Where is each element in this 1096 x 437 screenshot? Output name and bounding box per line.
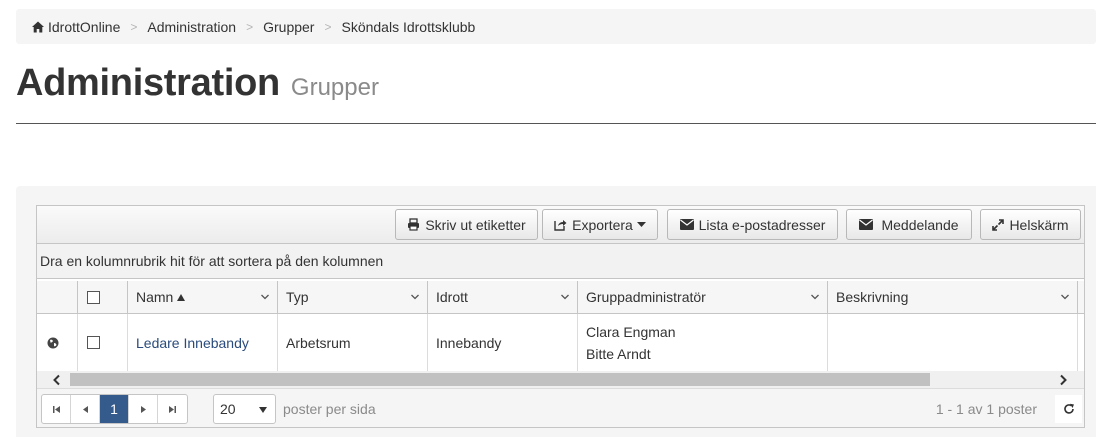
list-emails-button[interactable]: Lista e-postadresser [667,209,838,240]
breadcrumb-separator: > [324,19,332,34]
column-header-idrott[interactable]: Idrott [428,281,578,313]
pager-buttons: 1 [41,394,188,424]
chevron-down-icon[interactable] [1060,292,1070,302]
breadcrumb-label: IdrottOnline [48,18,121,35]
home-icon [32,21,44,32]
cell-idrott: Innebandy [428,314,578,371]
group-name-link[interactable]: Ledare Innebandy [136,335,249,351]
fullscreen-label: Helskärm [1009,216,1069,233]
breadcrumb-item-club[interactable]: Sköndals Idrottsklubb [341,19,475,35]
column-header-beskrivning[interactable]: Beskrivning [828,281,1078,313]
breadcrumb: IdrottOnline > Administration > Grupper … [16,9,1096,44]
print-icon [408,218,420,231]
message-label: Meddelande [881,216,959,233]
caret-down-icon [636,221,646,227]
row-checkbox[interactable] [87,336,100,349]
print-labels-label: Skriv ut etiketter [425,216,526,233]
admin-name: Clara Engman [586,323,676,340]
page-title: Administration [16,62,280,104]
first-page-icon [52,405,60,413]
envelope-icon [679,219,694,230]
export-label: Exportera [572,216,633,233]
page-size-value: 20 [220,401,236,417]
export-button[interactable]: Exportera [542,209,658,240]
column-label-namn: Namn [136,289,174,305]
prev-page-icon [82,405,88,413]
globe-icon [47,337,59,348]
group-drop-area[interactable]: Dra en kolumnrubrik hit för att sortera … [37,244,1084,279]
content-panel: Skriv ut etiketter Exportera Lista e-pos… [16,186,1096,437]
scrollbar-thumb[interactable] [70,373,930,386]
scroll-right-icon[interactable] [1057,374,1069,386]
last-page-button[interactable] [158,395,187,423]
group-hint: Dra en kolumnrubrik hit för att sortera … [40,253,384,269]
column-label-gruppadministrator: Gruppadministratör [586,289,706,305]
last-page-icon [169,405,176,413]
envelope-icon [859,219,874,230]
cell-typ: Arbetsrum [278,314,428,371]
breadcrumb-item-administration[interactable]: Administration [147,19,236,35]
cell-namn: Ledare Innebandy [128,314,278,371]
caret-down-icon [259,407,267,413]
message-button[interactable]: Meddelande [846,209,972,240]
breadcrumb-item-home[interactable]: IdrottOnline [31,19,120,35]
select-all-checkbox[interactable] [87,290,100,304]
column-label-typ: Typ [286,289,309,305]
refresh-button[interactable] [1055,395,1082,423]
page-subtitle: Grupper [290,74,379,101]
list-emails-label: Lista e-postadresser [698,216,826,233]
grid-header-row: Namn Typ Idrott Gruppadministratör Beskr… [37,281,1084,314]
first-page-button[interactable] [42,395,71,423]
page-header: Administration Grupper [16,62,379,105]
header-select-all [78,281,128,313]
grid-pager: 1 20 poster per sida 1 - 1 av 1 poster [37,388,1084,427]
row-icon-cell [37,314,78,371]
per-page-label: poster per sida [283,401,376,417]
next-page-icon [140,405,146,413]
header-divider [16,123,1096,124]
chevron-down-icon[interactable] [260,292,270,302]
breadcrumb-item-grupper[interactable]: Grupper [263,19,314,35]
column-label-idrott: Idrott [436,289,468,305]
page-size-select[interactable]: 20 [213,394,276,424]
column-label-beskrivning: Beskrivning [836,289,909,305]
horizontal-scrollbar[interactable] [37,371,1084,388]
refresh-icon [1063,403,1074,414]
groups-grid: Skriv ut etiketter Exportera Lista e-pos… [36,205,1085,428]
row-select-cell [78,314,128,371]
page-button-current[interactable]: 1 [100,395,129,423]
next-page-button[interactable] [129,395,158,423]
pager-info: 1 - 1 av 1 poster [935,401,1037,417]
cell-beskrivning [828,314,1078,371]
header-icon-column [37,281,78,313]
column-header-namn[interactable]: Namn [128,281,278,313]
prev-page-button[interactable] [71,395,100,423]
breadcrumb-separator: > [130,19,138,34]
expand-icon [992,218,1005,231]
admin-name: Bitte Arndt [586,345,651,362]
chevron-down-icon[interactable] [560,292,570,302]
grid-toolbar: Skriv ut etiketter Exportera Lista e-pos… [37,206,1084,244]
column-header-gruppadministrator[interactable]: Gruppadministratör [578,281,828,313]
chevron-down-icon[interactable] [410,292,420,302]
chevron-down-icon[interactable] [810,292,820,302]
cell-gruppadministrator: Clara Engman Bitte Arndt [578,314,828,371]
column-header-typ[interactable]: Typ [278,281,428,313]
fullscreen-button[interactable]: Helskärm [980,209,1081,240]
table-row[interactable]: Ledare Innebandy Arbetsrum Innebandy Cla… [37,314,1084,371]
breadcrumb-separator: > [246,19,254,34]
scroll-left-icon[interactable] [51,374,63,386]
sort-ascending-icon [177,293,186,301]
export-icon [554,220,567,231]
print-labels-button[interactable]: Skriv ut etiketter [395,209,538,240]
